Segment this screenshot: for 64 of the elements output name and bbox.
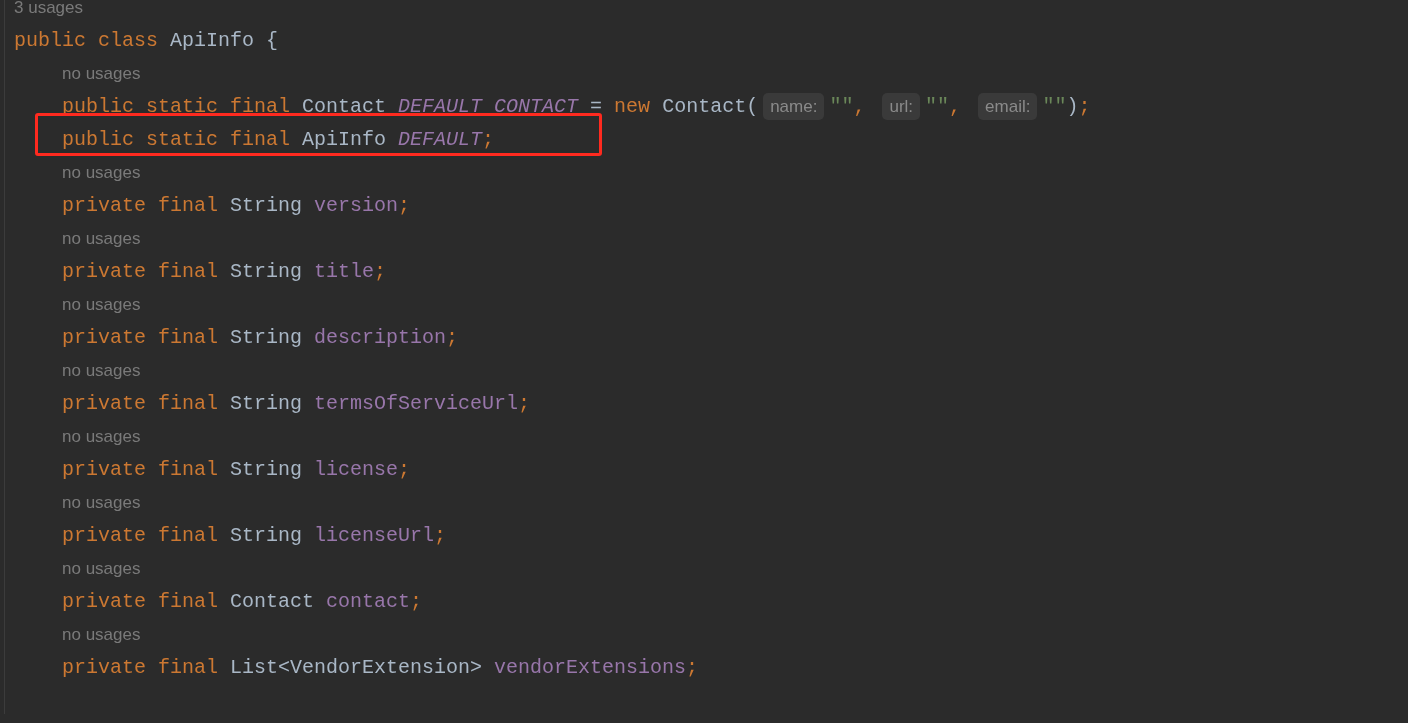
code-token: private final bbox=[62, 195, 220, 216]
code-token: String bbox=[230, 327, 304, 348]
code-token: DEFAULT bbox=[398, 129, 483, 150]
code-token: ; bbox=[446, 327, 459, 348]
usage-hint[interactable]: no usages bbox=[62, 489, 141, 516]
code-token: description bbox=[314, 327, 447, 348]
usage-hint[interactable]: no usages bbox=[62, 225, 141, 252]
code-token: Contact bbox=[302, 96, 388, 117]
code-token: ; bbox=[482, 129, 495, 150]
code-token: String bbox=[230, 393, 304, 414]
parameter-hint: name: bbox=[763, 92, 825, 121]
code-token: termsOfServiceUrl bbox=[314, 393, 519, 414]
code-token: String bbox=[230, 261, 304, 282]
code-token: "" bbox=[925, 96, 950, 117]
code-token: List<VendorExtension> bbox=[230, 657, 484, 678]
code-token: , bbox=[949, 96, 963, 117]
usage-hint[interactable]: 3 usages bbox=[14, 0, 83, 21]
code-token: ; bbox=[686, 657, 699, 678]
usage-hint[interactable]: no usages bbox=[62, 555, 141, 582]
code-token: private final bbox=[62, 261, 220, 282]
code-token: ; bbox=[398, 459, 411, 480]
code-token: private final bbox=[62, 393, 220, 414]
code-token: version bbox=[314, 195, 399, 216]
code-token: public static final bbox=[62, 129, 292, 150]
code-token: Contact bbox=[230, 591, 316, 612]
code-token: vendorExtensions bbox=[494, 657, 687, 678]
code-token: ) bbox=[1066, 96, 1079, 117]
code-token: license bbox=[314, 459, 399, 480]
code-token: private final bbox=[62, 591, 220, 612]
code-token: public class bbox=[14, 30, 160, 51]
usage-hint[interactable]: no usages bbox=[62, 423, 141, 450]
usage-hint[interactable]: no usages bbox=[62, 357, 141, 384]
code-token: "" bbox=[1042, 96, 1067, 117]
code-token: "" bbox=[829, 96, 854, 117]
code-token: private final bbox=[62, 459, 220, 480]
code-token: , bbox=[853, 96, 867, 117]
code-token: ; bbox=[434, 525, 447, 546]
code-token: String bbox=[230, 195, 304, 216]
usage-hint[interactable]: no usages bbox=[62, 621, 141, 648]
code-token: DEFAULT_CONTACT bbox=[398, 96, 579, 117]
parameter-hint: url: bbox=[882, 92, 921, 121]
code-token: new bbox=[614, 96, 652, 117]
code-token: ; bbox=[518, 393, 531, 414]
parameter-hint: email: bbox=[978, 92, 1038, 121]
usage-hint[interactable]: no usages bbox=[62, 291, 141, 318]
code-token: ; bbox=[398, 195, 411, 216]
code-token: private final bbox=[62, 525, 220, 546]
code-token: Contact( bbox=[662, 96, 759, 117]
usage-hint[interactable]: no usages bbox=[62, 159, 141, 186]
code-token: contact bbox=[326, 591, 411, 612]
code-token: licenseUrl bbox=[314, 525, 435, 546]
code-token: public static final bbox=[62, 96, 292, 117]
code-token: ApiInfo { bbox=[170, 30, 279, 51]
code-token: title bbox=[314, 261, 375, 282]
code-token: String bbox=[230, 525, 304, 546]
code-token: private final bbox=[62, 327, 220, 348]
code-token: ; bbox=[410, 591, 423, 612]
code-token: ; bbox=[1078, 96, 1091, 117]
code-token: String bbox=[230, 459, 304, 480]
code-token: ; bbox=[374, 261, 387, 282]
usage-hint[interactable]: no usages bbox=[62, 60, 141, 87]
code-token: private final bbox=[62, 657, 220, 678]
code-token: ApiInfo bbox=[302, 129, 388, 150]
code-token: = bbox=[589, 96, 604, 117]
